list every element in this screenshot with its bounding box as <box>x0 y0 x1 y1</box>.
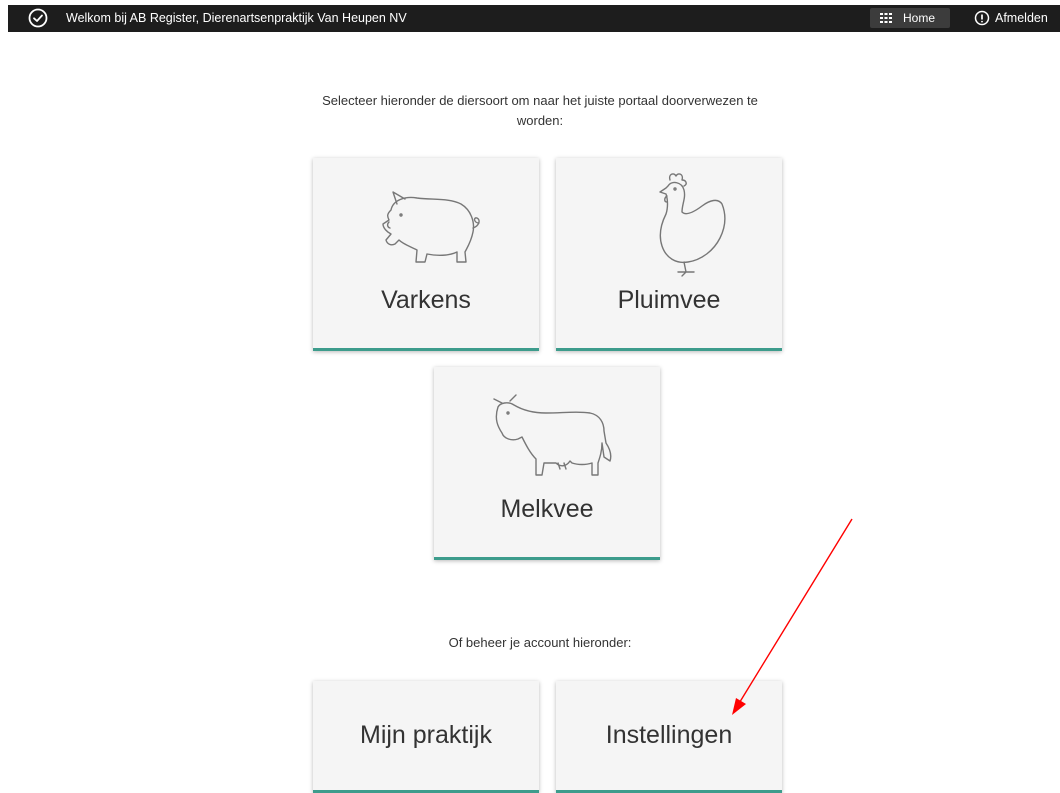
tile-mijn-praktijk[interactable]: Mijn praktijk <box>313 681 539 793</box>
tile-label: Instellingen <box>605 721 733 749</box>
chicken-icon <box>659 173 726 277</box>
pig-icon <box>382 191 480 263</box>
welcome-message: Welkom bij AB Register, Dierenartsenprak… <box>66 11 407 25</box>
home-button[interactable]: Home <box>870 8 950 28</box>
account-management-text: Of beheer je account hieronder: <box>448 635 632 650</box>
home-button-label: Home <box>903 11 936 25</box>
tile-melkvee[interactable]: Melkvee <box>434 367 660 560</box>
logout-button-label: Afmelden <box>995 11 1048 25</box>
tile-pluimvee[interactable]: Pluimvee <box>556 158 782 351</box>
tile-label: Melkvee <box>500 495 594 523</box>
tile-varkens[interactable]: Varkens <box>313 158 539 351</box>
grid-icon <box>880 13 892 23</box>
annotation-arrow <box>732 518 853 715</box>
tile-label: Pluimvee <box>617 286 721 314</box>
tile-label: Mijn praktijk <box>360 721 492 749</box>
info-circle-icon <box>974 10 990 26</box>
intro-text: Selecteer hieronder de diersoort om naar… <box>322 93 758 128</box>
top-navigation-bar: Welkom bij AB Register, Dierenartsenprak… <box>8 5 1060 32</box>
check-circle-icon <box>28 8 48 28</box>
tile-label: Varkens <box>381 286 471 314</box>
cow-icon <box>493 394 612 476</box>
